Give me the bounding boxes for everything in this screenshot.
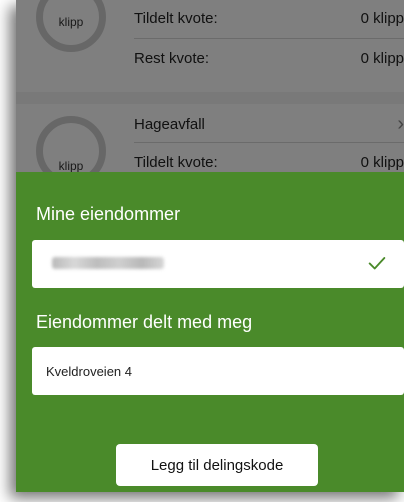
my-properties-title: Mine eiendommer bbox=[36, 204, 181, 224]
property-sheet: Mine eiendommer Eiendommer delt med meg … bbox=[16, 172, 404, 492]
add-sharing-code-button[interactable]: Legg til delingskode bbox=[116, 444, 318, 486]
redacted-address bbox=[52, 257, 164, 269]
modal-backdrop[interactable] bbox=[16, 0, 404, 172]
screen-frame: klipp Tildelt kvote: 0 klipp Rest kvote:… bbox=[0, 0, 404, 502]
checkmark-icon bbox=[368, 257, 386, 270]
shared-property-item[interactable]: Kveldroveien 4 bbox=[32, 347, 404, 395]
app-screen: klipp Tildelt kvote: 0 klipp Rest kvote:… bbox=[16, 0, 404, 492]
shared-property-address: Kveldroveien 4 bbox=[46, 364, 132, 379]
my-property-item[interactable] bbox=[32, 240, 404, 288]
shared-properties-title: Eiendommer delt med meg bbox=[36, 312, 253, 332]
